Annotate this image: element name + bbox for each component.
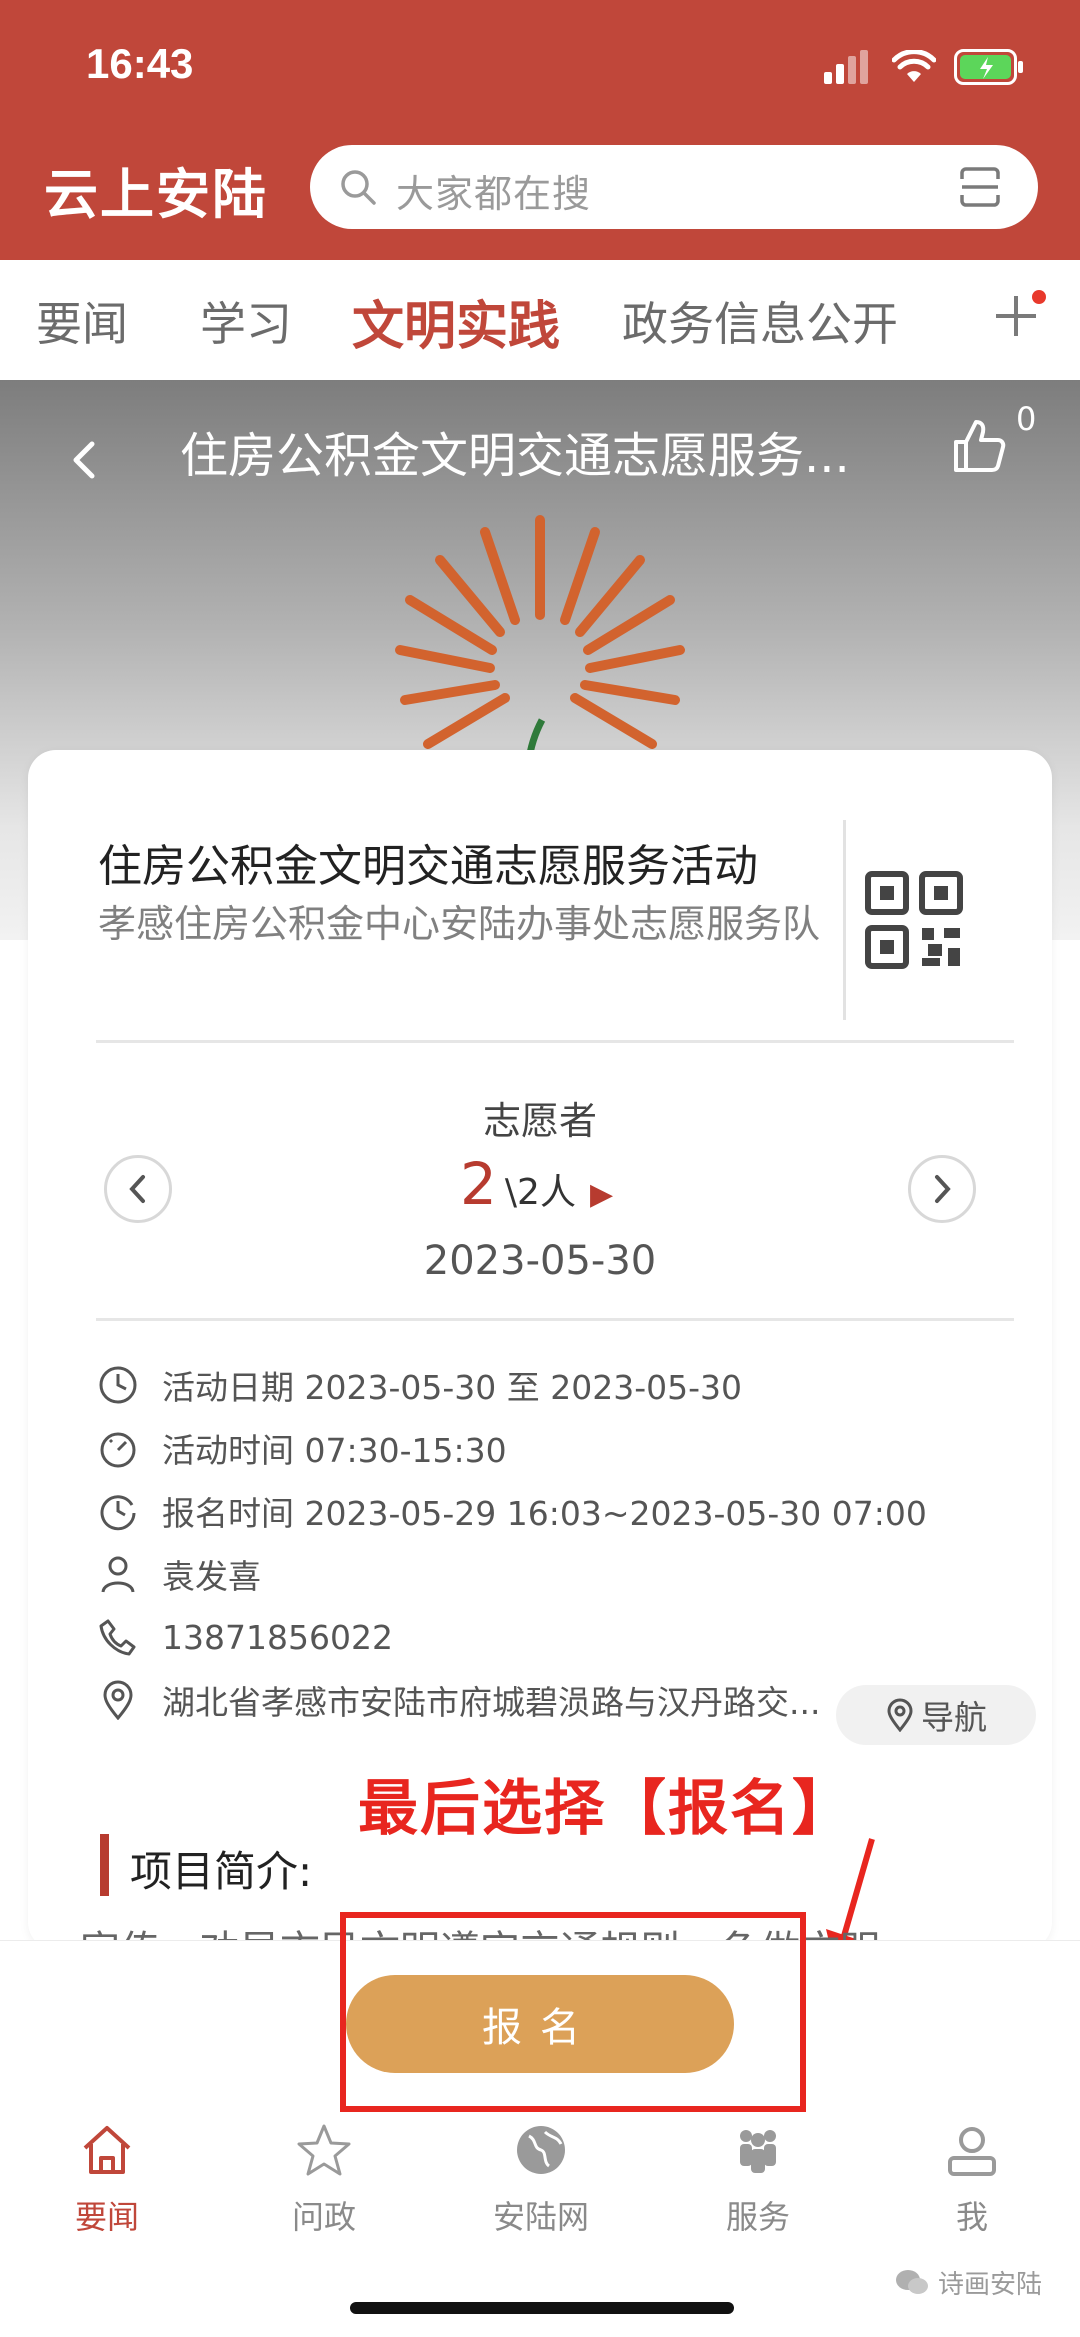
location-pin-icon: [96, 1678, 140, 1722]
signup-time-row: 报名时间 2023-05-29 16:03~2023-05-30 07:00: [96, 1486, 927, 1536]
globe-icon: [517, 2126, 565, 2174]
notification-dot: [1032, 290, 1046, 304]
tabbar-me-label: 我: [955, 2198, 988, 2236]
home-indicator[interactable]: [350, 2302, 734, 2314]
signup-time-text: 报名时间 2023-05-29 16:03~2023-05-30 07:00: [162, 1494, 927, 1533]
play-triangle-icon: ▶: [589, 1177, 614, 1212]
back-icon[interactable]: [64, 430, 104, 490]
thumbs-up-icon[interactable]: [948, 416, 1008, 476]
tab-yaowen[interactable]: 要闻: [36, 288, 128, 354]
like-count: 0: [1016, 400, 1037, 438]
tabbar-home[interactable]: 要闻: [7, 2120, 207, 2238]
divider: [96, 1318, 1014, 1321]
phone-icon: [96, 1615, 140, 1659]
status-time: 16:43: [86, 40, 194, 87]
tabbar-anluwang-label: 安陆网: [492, 2198, 589, 2236]
search-box[interactable]: 大家都在搜: [310, 145, 1038, 229]
watermark-text: 诗画安陆: [938, 2270, 1043, 2300]
app-title: 云上安陆: [44, 163, 268, 226]
person-icon: [96, 1552, 140, 1596]
annotation-text: 最后选择【报名】: [358, 1774, 854, 1844]
volunteers-label: 志愿者: [482, 1099, 597, 1143]
tabbar-wenzheng[interactable]: 问政: [224, 2120, 424, 2238]
divider: [96, 1040, 1014, 1043]
volunteer-date: 2023-05-30: [423, 1238, 657, 1284]
chevron-right-icon: [935, 1175, 951, 1203]
screen: 16:43 云上安陆 大家都在搜 要闻 学习 文明实践 政务信息公开 住房公积金…: [0, 0, 1080, 2337]
tab-xuexi[interactable]: 学习: [200, 288, 292, 354]
navigate-button[interactable]: 导航: [836, 1685, 1036, 1745]
chevron-left-icon: [129, 1175, 145, 1203]
star-icon: [297, 2124, 351, 2176]
volunteer-count-number: 2: [460, 1150, 497, 1218]
volunteer-count-total: \2人: [504, 1172, 576, 1213]
activity-time-row: 活动时间 07:30-15:30: [96, 1423, 507, 1473]
volunteer-count[interactable]: 2 \2人 ▶: [460, 1150, 613, 1218]
section-title: 项目简介:: [130, 1847, 313, 1896]
address-text: 湖北省孝感市安陆市府城碧涢路与汉丹路交...: [162, 1683, 821, 1722]
next-date-button[interactable]: [908, 1155, 976, 1223]
phone-number: 13871856022: [162, 1617, 393, 1657]
scan-icon[interactable]: [958, 165, 1002, 209]
history-clock-icon: [96, 1489, 140, 1533]
tabbar-me[interactable]: 我: [872, 2120, 1072, 2238]
tabbar-home-label: 要闻: [74, 2198, 139, 2236]
wechat-icon: [896, 2269, 928, 2294]
header-bar: 16:43 云上安陆 大家都在搜: [0, 0, 1080, 260]
navigate-label: 导航: [921, 1698, 987, 1737]
section-accent-bar: [100, 1834, 109, 1896]
activity-date-row: 活动日期 2023-05-30 至 2023-05-30: [96, 1360, 742, 1410]
status-icons: [824, 44, 1024, 90]
vertical-divider: [843, 820, 846, 1020]
address-row: 湖北省孝感市安陆市府城碧涢路与汉丹路交...: [96, 1675, 820, 1725]
contact-name: 袁发喜: [162, 1557, 261, 1596]
watermark: 诗画安陆: [894, 2264, 1042, 2301]
search-placeholder: 大家都在搜: [396, 172, 592, 216]
gauge-icon: [96, 1426, 140, 1470]
activity-date-text: 活动日期 2023-05-30 至 2023-05-30: [162, 1368, 743, 1407]
tabbar-services[interactable]: 服务: [658, 2120, 858, 2238]
people-icon: [740, 2130, 776, 2173]
tabbar-anluwang[interactable]: 安陆网: [441, 2120, 641, 2238]
battery-icon: [954, 49, 1023, 85]
wifi-icon: [892, 50, 936, 82]
qr-code-icon[interactable]: [864, 870, 964, 970]
channel-tabs: 要闻 学习 文明实践 政务信息公开: [0, 260, 1080, 380]
activity-time-text: 活动时间 07:30-15:30: [162, 1431, 507, 1470]
clock-icon: [96, 1363, 140, 1407]
activity-organizer: 孝感住房公积金中心安陆办事处志愿服务队: [98, 902, 821, 946]
prev-date-button[interactable]: [104, 1155, 172, 1223]
search-icon: [341, 170, 376, 205]
annotation-highlight-box: [340, 1912, 806, 2112]
home-icon: [83, 2126, 131, 2174]
tab-wenming-shijian[interactable]: 文明实践: [352, 284, 560, 359]
phone-row[interactable]: 13871856022: [96, 1612, 393, 1662]
activity-title: 住房公积金文明交通志愿服务活动: [98, 841, 758, 892]
contact-row: 袁发喜: [96, 1549, 261, 1599]
navigate-pin-icon: [887, 1698, 913, 1732]
tabbar-wenzheng-label: 问政: [291, 2198, 356, 2236]
user-icon: [948, 2127, 996, 2176]
signal-icon: [824, 50, 868, 84]
tab-zhengwu-xinxi[interactable]: 政务信息公开: [622, 288, 898, 354]
tabbar-services-label: 服务: [725, 2198, 790, 2236]
